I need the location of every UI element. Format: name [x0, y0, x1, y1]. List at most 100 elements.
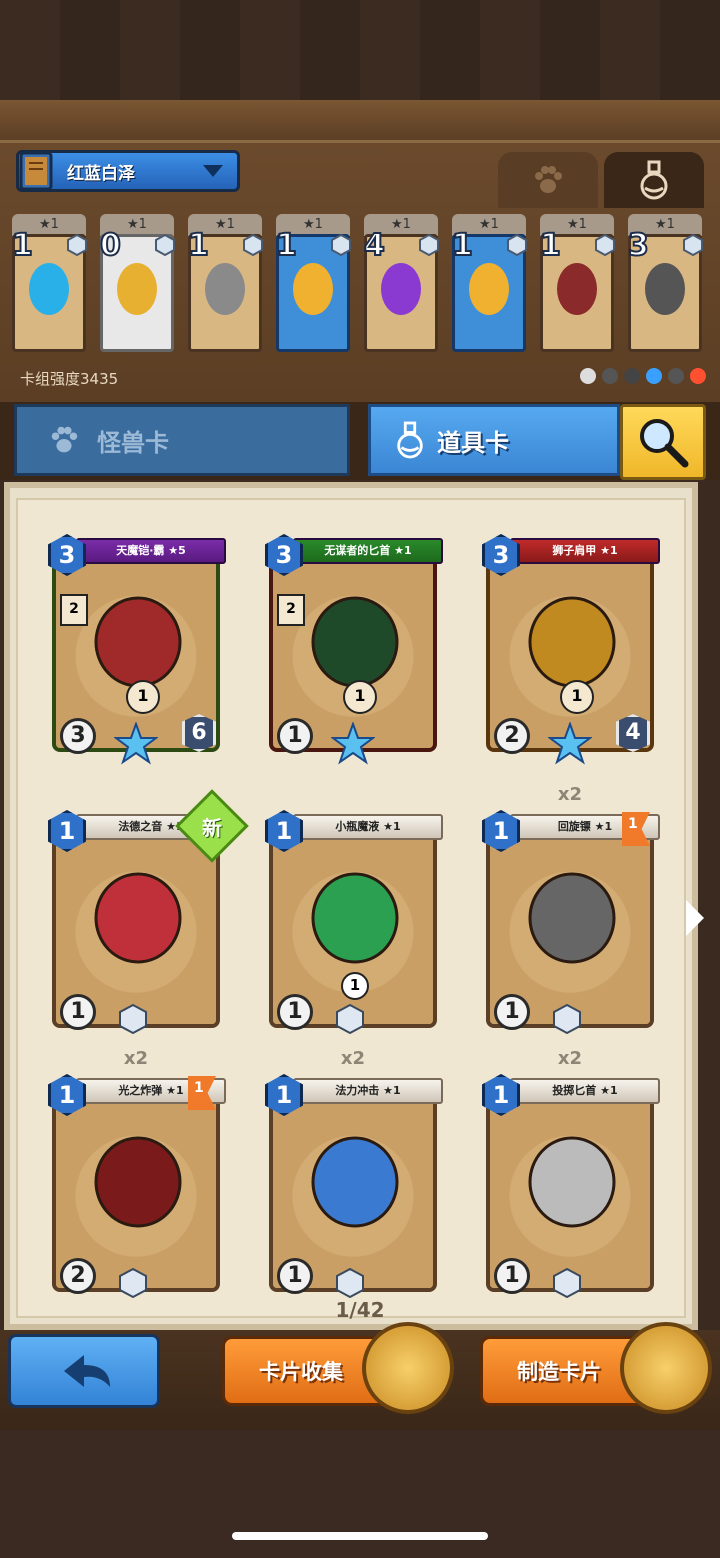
star-icon [331, 722, 375, 765]
card-art [528, 872, 616, 964]
boomerang-icon [205, 263, 245, 315]
deck-card[interactable]: ★1 3 [627, 214, 703, 356]
search-button[interactable] [620, 404, 706, 480]
deck-card-count: 0 [99, 227, 122, 264]
paw-icon [535, 166, 562, 193]
gem-icon [67, 234, 87, 256]
card-art [528, 1136, 616, 1228]
craft-card-icon[interactable] [620, 1322, 712, 1414]
search-icon [640, 419, 689, 468]
card-attack: 2 [494, 718, 530, 754]
item-card[interactable]: x2 回旋镖 ★1 1 1 1 [482, 784, 660, 1036]
gem-icon [119, 1004, 147, 1034]
deck-card[interactable]: ★1 1 [451, 214, 527, 356]
card-attack: 2 [60, 1258, 96, 1294]
deck-card-row: ★1 1 ★1 0 ★1 1 ★1 1 ★1 4 ★1 1 ★1 1 ★1 3 [10, 214, 710, 364]
card-collection-label: 卡片收集 [259, 1360, 343, 1384]
card-attack: 1 [494, 1258, 530, 1294]
card-art [94, 1136, 182, 1228]
card-name: 无谋者的匕首 ★1 [293, 538, 443, 564]
card-name: 小瓶魔液 ★1 [293, 814, 443, 840]
new-badge-label: 新 [202, 816, 222, 840]
card-name: 狮子肩甲 ★1 [510, 538, 660, 564]
craft-card-label: 制造卡片 [517, 1360, 601, 1384]
deck-card[interactable]: ★1 1 [275, 214, 351, 356]
card-attack: 1 [494, 994, 530, 1030]
card-name: 天魔铠·霸 ★5 [76, 538, 226, 564]
deck-card-count: 1 [275, 227, 298, 264]
gem-icon [553, 1268, 581, 1298]
deck-name: 红蓝白泽 [67, 163, 135, 184]
gem-icon [331, 234, 351, 256]
card-sub-value: 1 [126, 680, 160, 714]
deck-book-icon [19, 151, 53, 191]
gem-icon [119, 1268, 147, 1298]
deck-selector[interactable]: 红蓝白泽 [16, 150, 240, 192]
tab-item-cards[interactable]: 道具卡 [368, 404, 620, 476]
next-page-arrow[interactable] [686, 900, 704, 936]
item-card[interactable]: x2 投掷匕首 ★1 1 1 [482, 1048, 660, 1300]
star-icon [114, 722, 158, 765]
earth-element-icon [624, 368, 640, 384]
card-art [311, 1136, 399, 1228]
item-card[interactable]: 狮子肩甲 ★1 3 2 4 1 [482, 530, 660, 765]
tab-monster-cards[interactable]: 怪兽卡 [14, 404, 350, 476]
fire-element-icon [690, 368, 706, 384]
card-sub-value: 1 [343, 680, 377, 714]
card-attack: 1 [277, 718, 313, 754]
card-multiplier: x2 [340, 1048, 366, 1069]
top-wood-band [0, 100, 720, 143]
deck-card-count: 3 [627, 227, 650, 264]
gem-icon [595, 234, 615, 256]
tab-item-deck[interactable] [604, 152, 704, 208]
tab-item-label: 道具卡 [437, 428, 509, 457]
gem-icon [336, 1268, 364, 1298]
gold-leaf-icon [469, 263, 509, 315]
shadow-element-icon [602, 368, 618, 384]
gem-icon [336, 1004, 364, 1034]
gem-icon [507, 234, 527, 256]
page-indicator: 1/42 [335, 1298, 385, 1322]
item-card[interactable]: 无谋者的匕首 ★1 3 1 1 2 [265, 530, 443, 765]
card-sub-value: 1 [560, 680, 594, 714]
gem-icon [243, 234, 263, 256]
back-arrow-icon [64, 1355, 110, 1387]
deck-card[interactable]: ★1 0 [99, 214, 175, 356]
card-attack: 1 [277, 1258, 313, 1294]
back-button[interactable] [8, 1334, 160, 1408]
item-card[interactable]: x2 光之炸弹 ★1 1 2 1 [48, 1048, 226, 1300]
deck-card[interactable]: ★1 1 [11, 214, 87, 356]
bombs-icon [557, 263, 597, 315]
card-attack: 1 [60, 994, 96, 1030]
card-name: 投掷匕首 ★1 [510, 1078, 660, 1104]
card-name: 法力冲击 ★1 [293, 1078, 443, 1104]
deck-card-count: 1 [187, 227, 210, 264]
deck-card[interactable]: ★1 1 [187, 214, 263, 356]
gem-icon [155, 234, 175, 256]
potion-icon [397, 421, 423, 459]
card-attack: 3 [60, 718, 96, 754]
deck-card[interactable]: ★1 1 [539, 214, 615, 356]
deck-power: 卡组强度3435 [20, 370, 119, 388]
item-card[interactable]: 小瓶魔液 ★1 1 1 1 [265, 806, 443, 1036]
purple-potion-icon [381, 263, 421, 315]
gem-icon [683, 234, 703, 256]
card-side-value: 2 [60, 594, 88, 626]
home-indicator[interactable] [232, 1532, 488, 1540]
potion-icon [640, 160, 668, 200]
water-element-icon [646, 368, 662, 384]
blue-egg-icon [29, 263, 69, 315]
gem-icon [553, 1004, 581, 1034]
gold-medal-icon [117, 263, 157, 315]
star-icon [548, 722, 592, 765]
bomb-pot-icon [645, 263, 685, 315]
card-sub-value: 1 [341, 972, 369, 1000]
card-collection-icon[interactable] [362, 1322, 454, 1414]
deck-card[interactable]: ★1 4 [363, 214, 439, 356]
item-card[interactable]: x2 法力冲击 ★1 1 1 [265, 1048, 443, 1300]
tab-monster-deck[interactable] [498, 152, 598, 208]
gold-leaf-icon [293, 263, 333, 315]
item-card[interactable]: 天魔铠·霸 ★5 3 3 6 1 2 [48, 530, 226, 765]
card-art [94, 872, 182, 964]
chevron-down-icon[interactable] [203, 165, 223, 177]
